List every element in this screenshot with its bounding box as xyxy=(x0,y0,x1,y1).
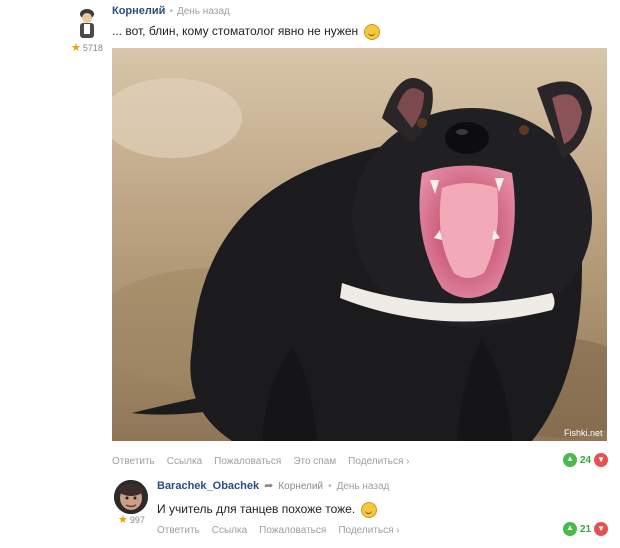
smiley-icon xyxy=(361,502,378,518)
vote-count: 21 xyxy=(580,523,592,535)
report-button[interactable]: Пожаловаться xyxy=(214,456,281,467)
comment-author[interactable]: Корнелий xyxy=(112,5,165,17)
avatar-barachek[interactable] xyxy=(114,480,148,514)
link-button[interactable]: Ссылка xyxy=(167,456,202,467)
vote-count: 24 xyxy=(580,454,592,466)
comment-author[interactable]: Barachek_Obachek xyxy=(157,480,259,492)
share-button[interactable]: Поделиться › xyxy=(348,456,409,467)
thumbs-down-icon[interactable] xyxy=(594,522,609,536)
vote-widget: 21 xyxy=(563,522,609,536)
spam-button[interactable]: Это спам xyxy=(293,456,336,467)
share-button[interactable]: Поделиться › xyxy=(338,525,399,536)
comment-actions: Ответить Ссылка Пожаловаться Поделиться … xyxy=(157,525,400,536)
comment-actions: Ответить Ссылка Пожаловаться Это спам По… xyxy=(112,456,410,467)
reply-arrow-icon: ➦ xyxy=(264,480,274,492)
reply-button[interactable]: Ответить xyxy=(112,456,155,467)
reply-to-author[interactable]: Корнелий xyxy=(278,481,323,492)
star-icon: ★ xyxy=(71,41,81,54)
comment-text: ... вот, блин, кому стоматолог явно не н… xyxy=(112,24,381,40)
comment-time[interactable]: День назад xyxy=(337,481,390,492)
image-watermark: Fishki.net xyxy=(564,428,603,438)
comment-image-tasmanian-devil[interactable]: Fishki.net xyxy=(112,48,607,441)
vote-widget: 24 xyxy=(563,453,609,467)
report-button[interactable]: Пожаловаться xyxy=(259,525,326,536)
reply-button[interactable]: Ответить xyxy=(157,525,200,536)
star-icon: ★ xyxy=(118,513,128,526)
thumbs-down-icon[interactable] xyxy=(594,453,609,467)
smiley-icon xyxy=(364,24,381,40)
comment-time[interactable]: День назад xyxy=(177,6,230,17)
comment-text: И учитель для танцев похоже тоже. xyxy=(157,502,378,518)
avatar-korneliy[interactable] xyxy=(74,6,100,40)
link-button[interactable]: Ссылка xyxy=(212,525,247,536)
rating-barachek: ★ 997 xyxy=(118,513,145,526)
thumbs-up-icon[interactable] xyxy=(563,453,577,467)
thumbs-up-icon[interactable] xyxy=(563,522,577,536)
rating-korneliy: ★ 5718 xyxy=(71,41,103,54)
